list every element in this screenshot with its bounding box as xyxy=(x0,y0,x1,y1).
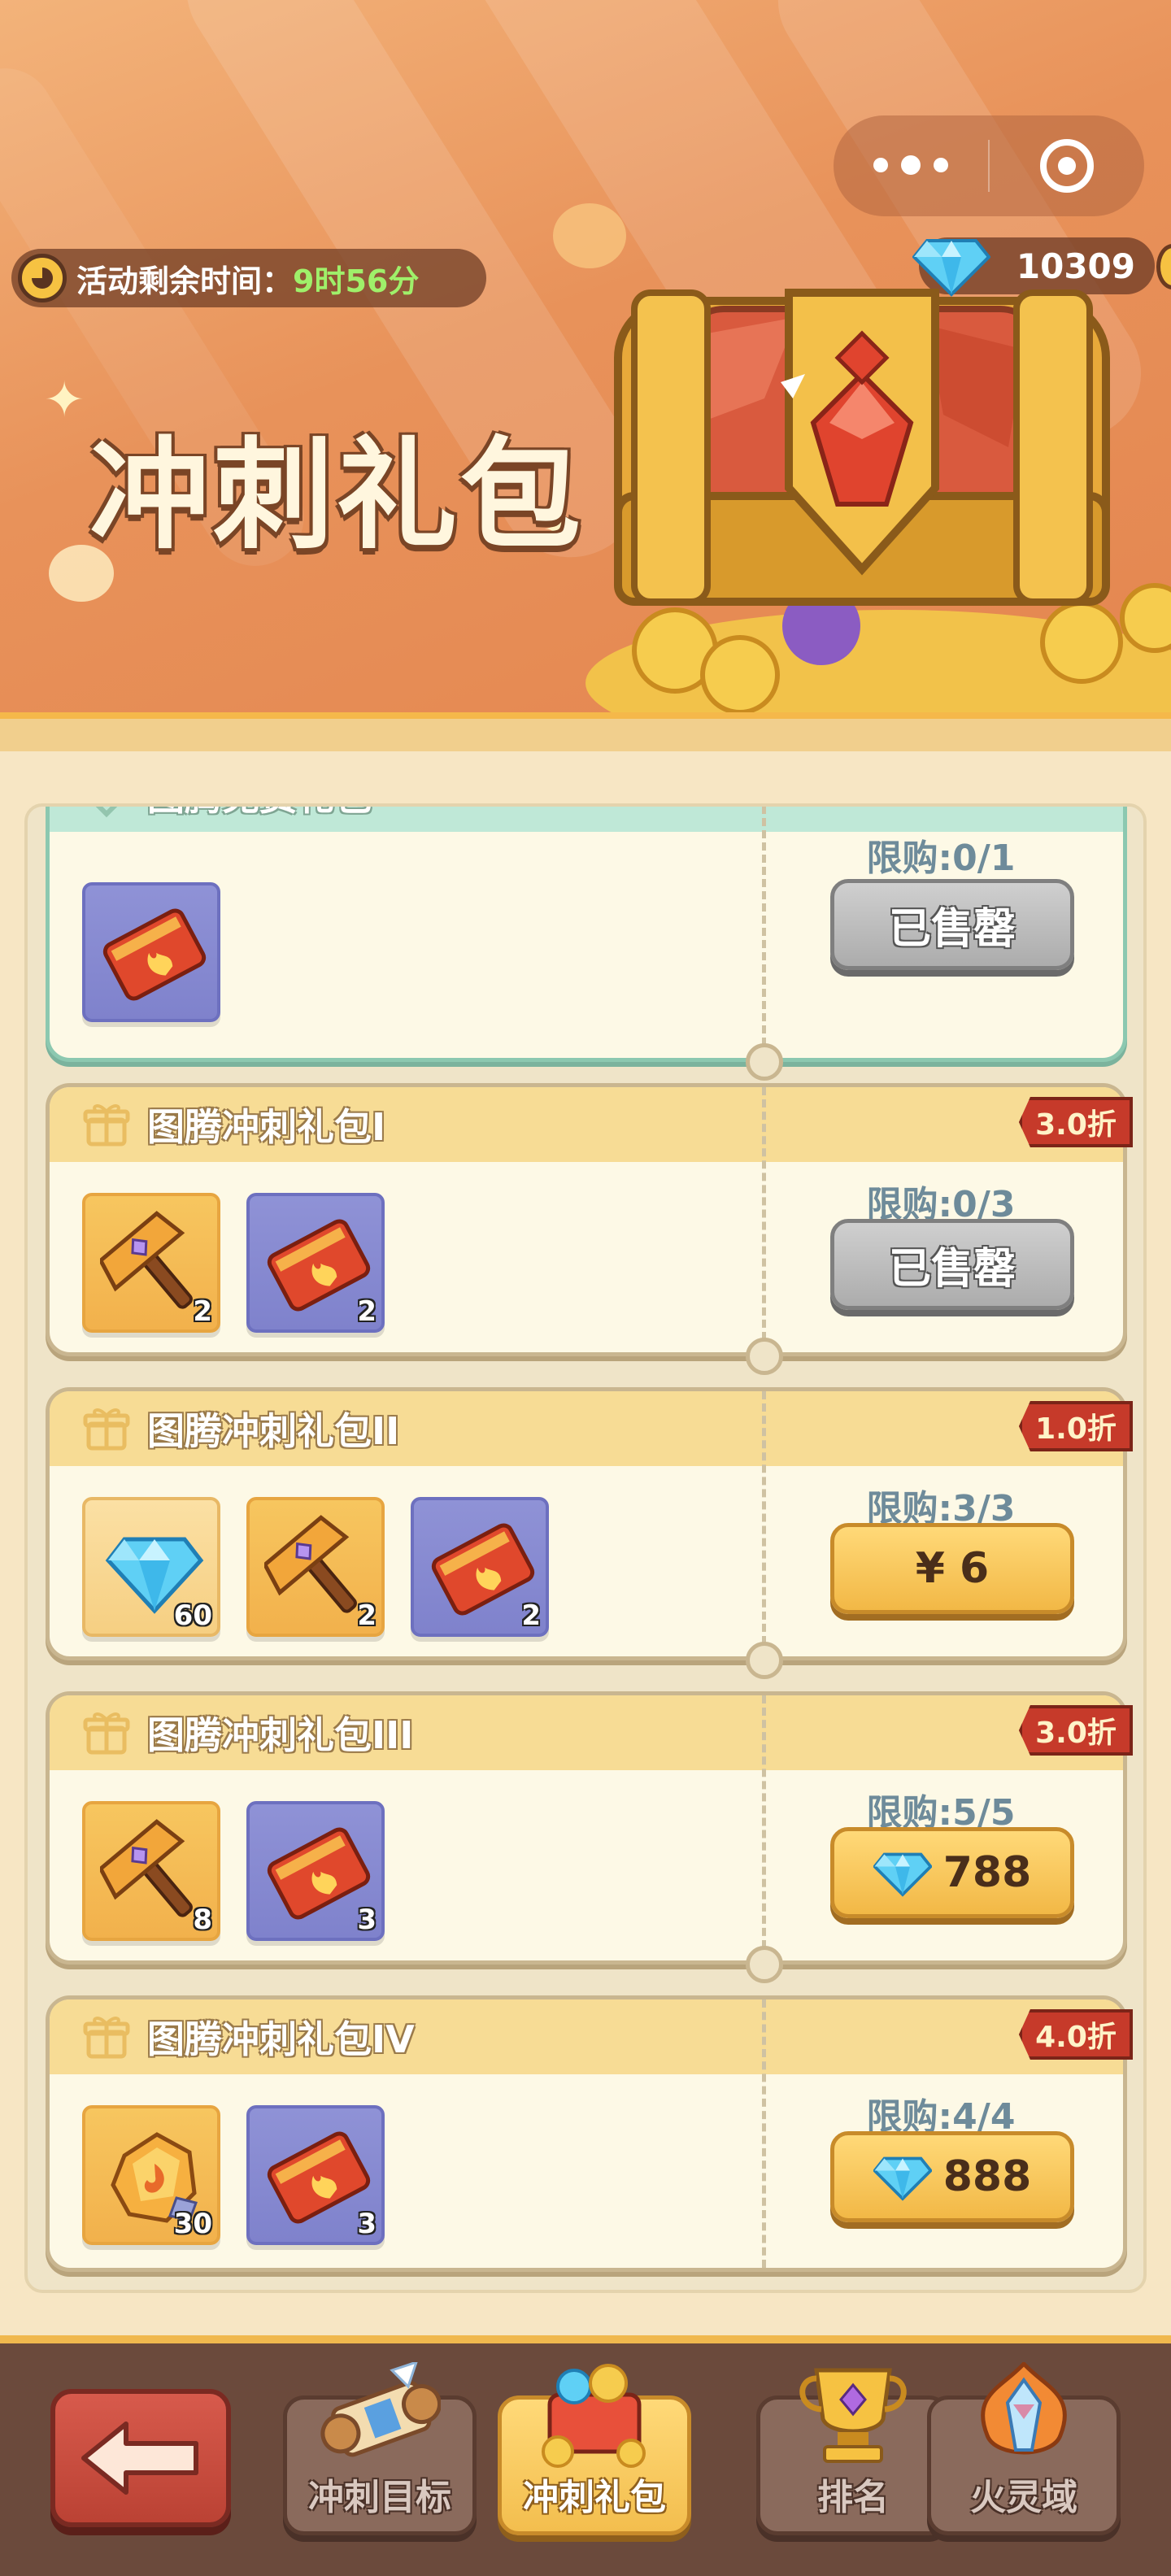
tab-label: 火灵域 xyxy=(970,2477,1077,2518)
discount-tag: 4.0折 xyxy=(1019,2009,1133,2060)
buy-button[interactable]: 888 xyxy=(830,2131,1074,2222)
pack-header: 图腾冲刺礼包I 3.0折 xyxy=(50,1087,1133,1162)
sold-out-button[interactable]: 已售罄 xyxy=(830,879,1074,970)
gift-icon xyxy=(83,1104,130,1147)
pack-card: 图腾冲刺礼包IV 4.0折 30 3 限购:4/4 888 xyxy=(46,1995,1133,2272)
tab-ranking[interactable]: 排名 xyxy=(756,2368,950,2535)
pack-title: 图腾冲刺礼包IV xyxy=(147,2017,415,2061)
pack-card: 图腾冲刺礼包II 1.0折 60 2 2 限购:3/3 ¥ 6 xyxy=(46,1387,1133,1679)
pack-item[interactable]: 3 xyxy=(246,2105,385,2245)
close-target-icon[interactable] xyxy=(990,139,1144,193)
pack-item[interactable]: 2 xyxy=(246,1497,385,1637)
pack-item[interactable] xyxy=(82,882,220,1022)
tab-label: 排名 xyxy=(817,2477,889,2518)
trophy-icon xyxy=(799,2368,907,2463)
tab-label: 冲刺礼包 xyxy=(523,2477,666,2518)
item-qty: 30 xyxy=(173,2208,212,2240)
sparkle-icon: ✦ xyxy=(44,372,85,429)
item-qty: 60 xyxy=(173,1599,212,1632)
item-qty: 2 xyxy=(357,1295,377,1328)
pack-item[interactable]: 30 xyxy=(82,2105,220,2245)
scroll-icon xyxy=(320,2362,441,2457)
tab-fire-spirit-realm[interactable]: 火灵域 xyxy=(927,2362,1121,2535)
price-label: 788 xyxy=(942,1848,1032,1897)
gift-icon xyxy=(83,1408,130,1451)
item-qty: 3 xyxy=(357,2208,377,2240)
purchase-limit: 限购:0/1 xyxy=(866,838,1016,879)
pack-list[interactable]: 图腾免费礼包 限购:0/1 已售罄 xyxy=(24,803,1147,2293)
pack-item[interactable]: 2 xyxy=(411,1497,549,1637)
pack-item[interactable]: 8 xyxy=(82,1801,220,1941)
item-qty: 2 xyxy=(193,1295,212,1328)
back-button[interactable] xyxy=(50,2389,231,2527)
pack-item[interactable]: 60 xyxy=(82,1497,220,1637)
pack-header: 图腾冲刺礼包II 1.0折 xyxy=(50,1391,1133,1466)
tab-sprint-pack[interactable]: 冲刺礼包 xyxy=(498,2364,691,2535)
discount-tag: 3.0折 xyxy=(1019,1705,1133,1756)
pack-title: 图腾冲刺礼包III xyxy=(147,1713,414,1757)
buy-button[interactable]: ¥ 6 xyxy=(830,1523,1074,1614)
cloud-decoration xyxy=(553,203,626,268)
discount-tag: 3.0折 xyxy=(1019,1097,1133,1147)
event-timer: 活动剩余时间： 9时56分 xyxy=(11,249,486,307)
item-qty: 3 xyxy=(357,1904,377,1936)
pack-title: 图腾免费礼包 xyxy=(147,807,372,821)
buy-button[interactable]: 788 xyxy=(830,1827,1074,1918)
tab-sprint-goal[interactable]: 冲刺目标 xyxy=(283,2362,477,2535)
treasure-icon xyxy=(542,2364,646,2468)
gift-icon xyxy=(83,1712,130,1755)
sold-out-button[interactable]: 已售罄 xyxy=(830,1219,1074,1310)
arrow-left-icon xyxy=(81,2422,198,2495)
pack-header: 图腾冲刺礼包III 3.0折 xyxy=(50,1695,1133,1770)
diamond-icon xyxy=(873,1852,932,1897)
discount-tag: 1.0折 xyxy=(1019,1401,1133,1451)
pack-item[interactable]: 3 xyxy=(246,1801,385,1941)
flame-crystal-icon xyxy=(981,2362,1067,2455)
item-qty: 8 xyxy=(193,1904,212,1936)
pack-header: 图腾冲刺礼包IV 4.0折 xyxy=(50,1999,1133,2074)
price-label: 888 xyxy=(942,2152,1032,2201)
gift-icon xyxy=(95,807,118,818)
timer-label: 活动剩余时间： xyxy=(76,263,294,299)
item-qty: 2 xyxy=(521,1599,541,1632)
gift-icon xyxy=(83,2017,130,2059)
pack-item[interactable]: 2 xyxy=(82,1193,220,1333)
mini-program-capsule xyxy=(834,115,1144,216)
pack-card: 图腾冲刺礼包I 3.0折 2 2 限购:0/3 已售罄 xyxy=(46,1083,1133,1375)
treasure-chest-icon xyxy=(586,289,1171,716)
diamond-icon xyxy=(873,2156,932,2201)
timer-value: 9时56分 xyxy=(293,263,420,299)
pack-card-free: 图腾免费礼包 限购:0/1 已售罄 xyxy=(46,807,1127,1081)
pack-header: 图腾免费礼包 xyxy=(50,807,1123,832)
pack-item[interactable]: 2 xyxy=(246,1193,385,1333)
tab-label: 冲刺目标 xyxy=(308,2477,451,2518)
more-menu-icon[interactable] xyxy=(834,154,988,175)
pack-card: 图腾冲刺礼包III 3.0折 8 3 限购:5/5 788 xyxy=(46,1691,1133,1983)
pack-title: 图腾冲刺礼包II xyxy=(147,1409,400,1453)
ticket-icon xyxy=(102,908,207,1001)
page-title: 冲刺礼包 xyxy=(89,425,584,565)
item-qty: 2 xyxy=(357,1599,377,1632)
clock-icon xyxy=(18,254,67,302)
pack-title: 图腾冲刺礼包I xyxy=(147,1105,386,1149)
